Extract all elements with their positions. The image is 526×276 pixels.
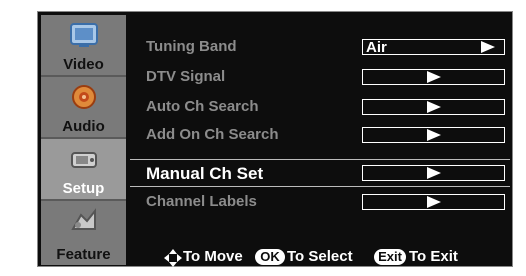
menu-row-dtv-signal[interactable]: DTV Signal xyxy=(130,62,510,90)
tuning-band-field[interactable]: Air xyxy=(362,39,505,56)
tv-osd-menu: Video Audio Setup Feature Tuning Band Ai… xyxy=(37,11,513,267)
add-on-ch-search-field[interactable] xyxy=(362,127,505,143)
menu-row-channel-labels[interactable]: Channel Labels xyxy=(130,187,510,215)
channel-labels-field[interactable] xyxy=(362,194,505,210)
nav-item-feature[interactable]: Feature xyxy=(41,201,126,265)
nav-item-label: Video xyxy=(63,56,104,73)
feature-icon xyxy=(71,208,96,230)
nav-item-video[interactable]: Video xyxy=(41,15,126,75)
hint-select: To Select xyxy=(287,248,353,265)
nav-item-label: Audio xyxy=(62,118,105,135)
menu-row-label: Tuning Band xyxy=(146,38,237,55)
menu-row-label: Add On Ch Search xyxy=(146,126,279,143)
menu-row-manual-ch-set[interactable]: Manual Ch Set xyxy=(130,159,510,187)
menu-row-label: Manual Ch Set xyxy=(146,164,264,183)
nav-item-label: Setup xyxy=(62,180,105,197)
arrow-right-icon xyxy=(427,101,441,113)
arrow-right-icon xyxy=(481,41,495,53)
manual-ch-set-field[interactable] xyxy=(362,165,505,181)
nav-item-label: Feature xyxy=(56,246,111,263)
nav-item-audio[interactable]: Audio xyxy=(41,77,126,137)
category-sidebar: Video Audio Setup Feature xyxy=(41,15,126,265)
arrow-right-icon xyxy=(427,167,441,179)
auto-ch-search-field[interactable] xyxy=(362,99,505,115)
arrow-right-icon xyxy=(427,71,441,83)
menu-row-add-on-ch-search[interactable]: Add On Ch Search xyxy=(130,120,510,148)
tuning-band-value: Air xyxy=(366,39,387,56)
ok-key-icon: OK xyxy=(255,249,285,265)
key-hint-bar: To Move OK To Select Exit To Exit xyxy=(130,247,510,269)
hint-exit: To Exit xyxy=(409,248,458,265)
menu-row-label: Channel Labels xyxy=(146,193,257,210)
exit-key-icon: Exit xyxy=(374,249,406,265)
menu-row-auto-ch-search[interactable]: Auto Ch Search xyxy=(130,92,510,120)
nav-item-setup[interactable]: Setup xyxy=(41,139,126,199)
menu-row-label: DTV Signal xyxy=(146,68,226,85)
dtv-signal-field[interactable] xyxy=(362,69,505,85)
menu-row-tuning-band[interactable]: Tuning Band Air xyxy=(130,32,510,60)
menu-row-label: Auto Ch Search xyxy=(146,98,259,115)
video-icon xyxy=(70,23,98,47)
audio-icon xyxy=(72,85,96,109)
arrow-right-icon xyxy=(427,129,441,141)
hint-move: To Move xyxy=(183,248,243,265)
arrow-right-icon xyxy=(427,196,441,208)
move-arrows-icon xyxy=(164,249,182,267)
channel-setup-menu: Tuning Band Air DTV Signal Auto Ch Searc… xyxy=(130,15,510,267)
setup-icon xyxy=(71,152,97,168)
